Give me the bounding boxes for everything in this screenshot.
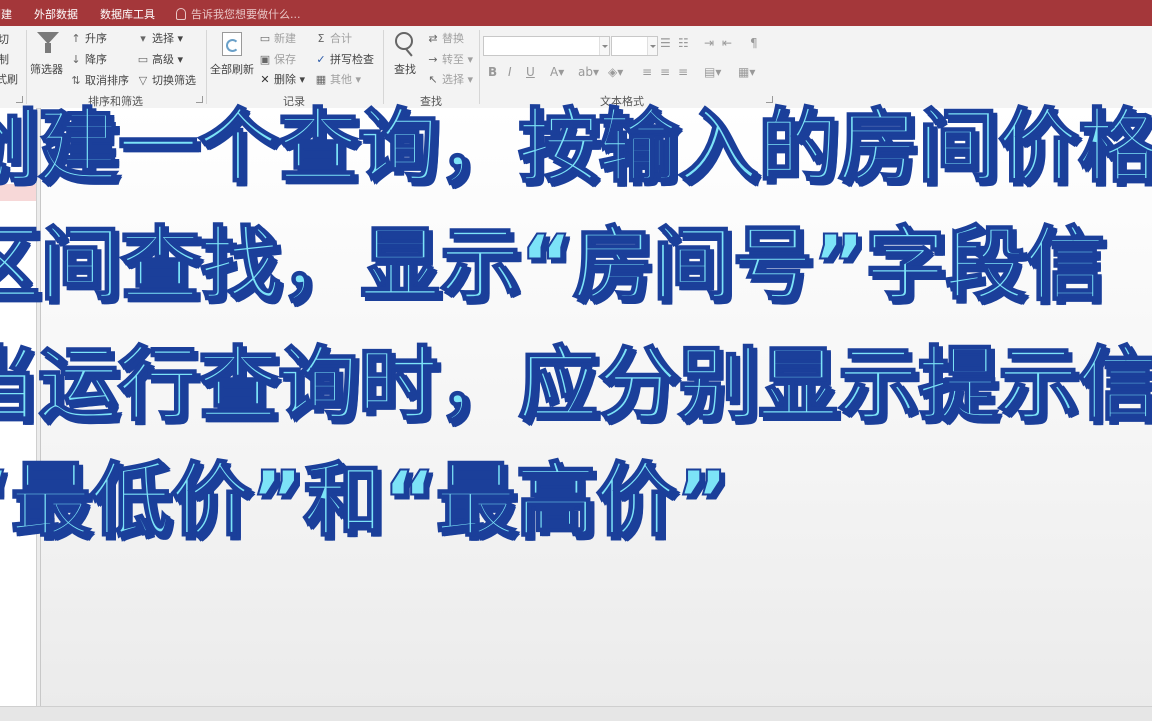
tab-external-data[interactable]: 外部数据 (34, 6, 78, 22)
numbering-icon[interactable]: ☷ (678, 36, 689, 50)
find-select-button[interactable]: ↖ 选择 ▾ (427, 71, 473, 87)
toggle-filter-label: 切换筛选 (152, 74, 196, 87)
italic-icon[interactable]: I (508, 65, 512, 79)
sort-descending-icon: ↓ (71, 53, 81, 66)
clear-sort-icon: ⇅ (71, 74, 81, 87)
advanced-label: 高级 (152, 53, 174, 66)
find-magnifier-icon (395, 32, 413, 50)
tell-me-search[interactable]: 告诉我您想要做什么... (176, 6, 301, 22)
advanced-button[interactable]: ▭ 高级 ▾ (137, 51, 183, 67)
caption-line-4: “最低价”和“最高价” (0, 454, 729, 547)
selection-label: 选择 (152, 32, 174, 45)
gridlines-icon[interactable]: ▦▾ (738, 65, 755, 79)
new-record-label: 新建 (274, 32, 296, 45)
decrease-indent-icon[interactable]: ⇤ (722, 36, 732, 50)
spelling-check-icon: ✓ (316, 53, 326, 66)
totals-button[interactable]: Σ 合计 (315, 30, 352, 46)
clear-sort-label: 取消排序 (85, 74, 129, 87)
cursor-icon: ↖ (428, 73, 438, 86)
toggle-filter-button[interactable]: ▽ 切换筛选 (137, 72, 196, 88)
selection-button[interactable]: ▾ 选择 ▾ (137, 30, 183, 46)
filter-button[interactable]: 筛选器 (30, 61, 63, 77)
goto-arrow-icon: → (428, 53, 438, 66)
status-bar (0, 706, 1152, 721)
filter-icon-stem (45, 43, 51, 53)
font-size-combo[interactable] (611, 36, 658, 56)
ribbon: 切 制 式刷 筛选器 ↑ 升序 ↓ 降序 ⇅ 取消排序 ▾ 选择 ▾ ▭ 高级 ▾ ▽ 切换… (0, 26, 1152, 109)
save-record-button[interactable]: ▣ 保存 (259, 51, 296, 67)
delete-record-label: 删除 (274, 73, 296, 86)
sort-descending-button[interactable]: ↓ 降序 (70, 51, 107, 67)
increase-indent-icon[interactable]: ⇥ (704, 36, 714, 50)
align-right-icon[interactable]: ≡ (678, 65, 688, 79)
save-icon: ▣ (259, 53, 271, 66)
replace-icon: ⇄ (428, 32, 438, 45)
align-center-icon[interactable]: ≡ (660, 65, 670, 79)
cut-button[interactable]: 切 (0, 31, 9, 47)
copy-button[interactable]: 制 (0, 51, 9, 67)
tab-database-tools[interactable]: 数据库工具 (100, 6, 155, 22)
chevron-down-icon (599, 37, 609, 55)
advanced-filter-icon: ▭ (137, 53, 149, 66)
underline-icon[interactable]: U (526, 65, 535, 79)
sort-ascending-button[interactable]: ↑ 升序 (70, 30, 107, 46)
more-records-button[interactable]: ▦ 其他 ▾ (315, 71, 361, 87)
separator (206, 30, 207, 104)
separator (479, 30, 480, 104)
bullets-icon[interactable]: ☰ (660, 36, 671, 50)
sort-ascending-icon: ↑ (71, 32, 81, 45)
sigma-icon: Σ (317, 32, 325, 45)
toggle-filter-icon: ▽ (138, 74, 148, 87)
caption-line-1: 创建一个查询，按输入的房间价格 (0, 100, 1152, 193)
find-button[interactable]: 查找 (394, 61, 416, 77)
sort-ascending-label: 升序 (85, 32, 107, 45)
align-left-icon[interactable]: ≡ (642, 65, 652, 79)
tell-me-text: 告诉我您想要做什么... (191, 8, 301, 21)
refresh-all-icon (222, 32, 242, 56)
clear-sort-button[interactable]: ⇅ 取消排序 (70, 72, 129, 88)
delete-record-button[interactable]: ✕ 删除 ▾ (259, 71, 305, 87)
chevron-down-icon (647, 37, 657, 55)
new-record-button[interactable]: ▭ 新建 (259, 30, 296, 46)
font-color-icon[interactable]: A▾ (550, 65, 564, 79)
caption-line-3: 当运行查询时，应分别显示提示信 (0, 338, 1152, 431)
delete-x-icon: ✕ (260, 73, 270, 86)
replace-button[interactable]: ⇄ 替换 (427, 30, 464, 46)
refresh-all-button[interactable]: 全部刷新 (210, 61, 254, 77)
save-record-label: 保存 (274, 53, 296, 66)
goto-button[interactable]: → 转至 ▾ (427, 51, 473, 67)
replace-label: 替换 (442, 32, 464, 45)
lightbulb-icon (176, 8, 186, 20)
alternate-row-color-icon[interactable]: ▤▾ (704, 65, 721, 79)
more-icon: ▦ (315, 73, 327, 86)
format-painter-button[interactable]: 式刷 (0, 71, 18, 87)
more-label: 其他 (330, 73, 352, 86)
separator (383, 30, 384, 104)
tab-create[interactable]: 创建 (0, 6, 12, 22)
totals-label: 合计 (330, 32, 352, 45)
selection-filter-icon: ▾ (140, 32, 146, 45)
find-select-label: 选择 (442, 73, 464, 86)
sort-descending-label: 降序 (85, 53, 107, 66)
highlight-icon[interactable]: ab▾ (578, 65, 599, 79)
bold-icon[interactable]: B (488, 65, 497, 79)
paragraph-direction-icon[interactable]: ¶ (750, 36, 758, 50)
ribbon-tab-bar: 创建 外部数据 数据库工具 告诉我您想要做什么... (0, 0, 1152, 26)
caption-line-2: 区间查找，显示“房间号”字段信 (0, 218, 1106, 311)
new-record-icon: ▭ (259, 32, 271, 45)
spelling-label: 拼写检查 (330, 53, 374, 66)
spelling-button[interactable]: ✓ 拼写检查 (315, 51, 374, 67)
font-name-combo[interactable] (483, 36, 610, 56)
goto-label: 转至 (442, 53, 464, 66)
separator (26, 30, 27, 104)
fill-color-icon[interactable]: ◈▾ (608, 65, 623, 79)
